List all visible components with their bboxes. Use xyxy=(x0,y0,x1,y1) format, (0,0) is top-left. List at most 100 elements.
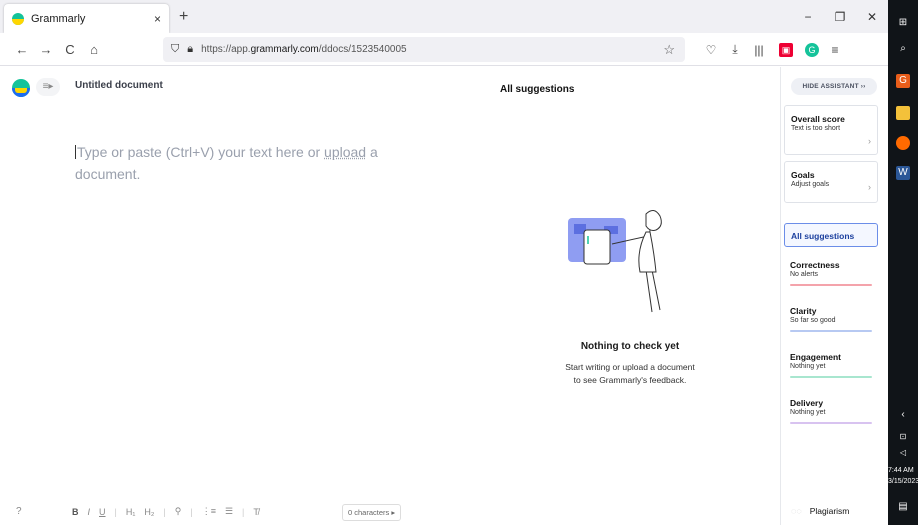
close-window-button[interactable]: ✕ xyxy=(856,10,888,24)
category-delivery[interactable]: Delivery Nothing yet xyxy=(790,398,872,424)
word-icon[interactable]: W xyxy=(896,166,910,180)
editor-top-bar: ≡▸ Untitled document All suggestions xyxy=(0,67,780,107)
category-title: Engagement xyxy=(790,352,842,362)
back-button[interactable]: ← xyxy=(10,42,34,57)
plagiarism-icon: ◌◌ xyxy=(791,506,802,516)
plagiarism-button[interactable]: ◌◌ Plagiarism xyxy=(791,506,849,516)
tab-title: Grammarly xyxy=(31,12,86,25)
reload-button[interactable]: C xyxy=(58,42,82,57)
ordered-list-button[interactable]: ⋮≡ xyxy=(202,506,216,517)
category-title: Correctness xyxy=(790,260,840,270)
file-explorer-icon[interactable] xyxy=(896,106,910,120)
tab-close-icon[interactable]: × xyxy=(154,12,161,26)
category-clarity[interactable]: Clarity So far so good xyxy=(790,306,872,332)
library-icon[interactable]: ||| xyxy=(749,43,769,57)
clear-format-button[interactable]: T̸ xyxy=(253,507,259,517)
editor-text-area[interactable]: Type or paste (Ctrl+V) your text here or… xyxy=(75,141,405,185)
lock-icon: 🔒︎ xyxy=(187,43,194,55)
main-menu-button[interactable]: ≡▸ xyxy=(36,78,60,96)
format-buttons: B I U | H₁ H₂ | ⚲ | ⋮≡ ☰ | T̸ xyxy=(72,506,268,517)
hamburger-menu-icon[interactable]: ≡ xyxy=(825,43,845,57)
volume-icon[interactable]: ◁ xyxy=(896,446,910,460)
unordered-list-button[interactable]: ☰ xyxy=(225,506,233,517)
chevron-left-icon[interactable]: ‹ xyxy=(896,408,910,422)
assistant-sidebar: HIDE ASSISTANT ›› Overall score Text is … xyxy=(780,67,888,525)
clock-date: 3/15/2023 xyxy=(888,478,918,485)
grammarly-extension-icon[interactable]: G xyxy=(805,42,819,57)
help-icon[interactable]: ? xyxy=(16,506,22,517)
brand-icon[interactable]: G xyxy=(896,74,910,88)
heading1-button[interactable]: H₁ xyxy=(126,507,136,517)
url-path: /ddocs/1523540005 xyxy=(318,44,407,55)
windows-taskbar: ⊞ ⌕ G W ‹ ⊡ ◁ 7:44 AM 3/15/2023 ▤ xyxy=(888,0,918,525)
overall-score-card[interactable]: Overall score Text is too short › xyxy=(784,105,878,155)
system-tray-icon[interactable]: ⊡ xyxy=(896,430,910,444)
category-indicator xyxy=(790,422,872,424)
hide-assistant-button[interactable]: HIDE ASSISTANT ›› xyxy=(791,78,877,95)
empty-state-title: Nothing to check yet xyxy=(580,341,680,352)
pocket-icon[interactable]: ♡ xyxy=(701,43,721,57)
divider: | xyxy=(114,506,117,517)
browser-tab-bar: Grammarly × + − ❐ ✕ xyxy=(0,0,888,33)
minimize-button[interactable]: − xyxy=(792,10,824,24)
new-tab-button[interactable]: + xyxy=(179,8,188,33)
empty-state-illustration xyxy=(568,210,662,313)
grammarly-page: ≡▸ Untitled document All suggestions Typ… xyxy=(0,67,888,525)
windows-icon[interactable]: ⊞ xyxy=(896,16,910,30)
italic-button[interactable]: I xyxy=(88,507,91,517)
category-correctness[interactable]: Correctness No alerts xyxy=(790,260,872,286)
browser-tab[interactable]: Grammarly × xyxy=(4,4,169,33)
url-bar[interactable]: ⛉ 🔒︎ https://app. grammarly.com/ddocs/152… xyxy=(163,37,685,62)
category-title: Clarity xyxy=(790,306,817,316)
link-button[interactable]: ⚲ xyxy=(175,506,182,517)
chevron-right-icon: › xyxy=(868,182,871,192)
browser-toolbar-icons: ♡ ⤓ ||| ▣ G ≡ xyxy=(701,33,849,66)
search-icon[interactable]: ⌕ xyxy=(896,42,910,56)
goals-title: Goals xyxy=(791,170,815,180)
restore-button[interactable]: ❐ xyxy=(824,10,856,24)
category-indicator xyxy=(790,376,872,378)
divider: | xyxy=(163,506,166,517)
overall-score-sub: Text is too short xyxy=(791,125,841,132)
character-count[interactable]: 0 characters ▸ xyxy=(342,504,402,521)
download-icon[interactable]: ⤓ xyxy=(725,42,745,57)
heading2-button[interactable]: H₂ xyxy=(144,507,154,517)
divider: | xyxy=(190,506,193,517)
category-sub: No alerts xyxy=(790,271,819,278)
all-suggestions-tab[interactable]: All suggestions xyxy=(784,223,878,247)
format-toolbar: ? B I U | H₁ H₂ | ⚲ | ⋮≡ ☰ | T̸ 0 charac… xyxy=(0,502,780,525)
upload-link[interactable]: upload xyxy=(324,144,366,160)
goals-card[interactable]: Goals Adjust goals › xyxy=(784,161,878,203)
text-caret xyxy=(75,145,76,159)
firefox-icon[interactable] xyxy=(896,136,910,150)
notification-icon[interactable]: ▤ xyxy=(896,500,910,514)
extension-red-icon[interactable]: ▣ xyxy=(779,42,793,57)
shield-icon: ⛉ xyxy=(171,43,180,55)
empty-desc-line-1: Start writing or upload a document xyxy=(565,362,695,372)
grammarly-logo-icon[interactable] xyxy=(12,79,30,97)
forward-button[interactable]: → xyxy=(34,42,58,57)
plagiarism-label: Plagiarism xyxy=(809,506,850,516)
chevron-right-icon: › xyxy=(868,136,871,146)
underline-button[interactable]: U xyxy=(99,507,106,517)
category-sub: Nothing yet xyxy=(790,363,826,370)
document-title[interactable]: Untitled document xyxy=(75,80,163,91)
url-host: grammarly.com xyxy=(250,44,319,55)
url-prefix: https://app. xyxy=(201,44,251,55)
empty-desc-line-2: to see Grammarly's feedback. xyxy=(573,375,687,385)
bookmark-star-icon[interactable]: ☆ xyxy=(663,42,675,58)
browser-nav-bar: ← → C ⌂ ⛉ 🔒︎ https://app. grammarly.com/d… xyxy=(0,33,888,66)
category-engagement[interactable]: Engagement Nothing yet xyxy=(790,352,872,378)
home-button[interactable]: ⌂ xyxy=(82,42,106,57)
divider: | xyxy=(242,506,245,517)
clock-time: 7:44 AM xyxy=(888,467,914,474)
bold-button[interactable]: B xyxy=(72,507,79,517)
window-controls: − ❐ ✕ xyxy=(792,0,888,33)
empty-state-description: Start writing or upload a document to se… xyxy=(520,361,740,387)
placeholder-text-1: Type or paste (Ctrl+V) your text here or xyxy=(77,144,325,160)
screen: Grammarly × + − ❐ ✕ ← → C ⌂ ⛉ 🔒︎ https:/… xyxy=(0,0,918,525)
category-indicator xyxy=(790,284,872,286)
grammarly-favicon-icon xyxy=(12,12,24,25)
category-sub: Nothing yet xyxy=(790,409,826,416)
clock[interactable]: 7:44 AM 3/15/2023 xyxy=(888,465,918,487)
